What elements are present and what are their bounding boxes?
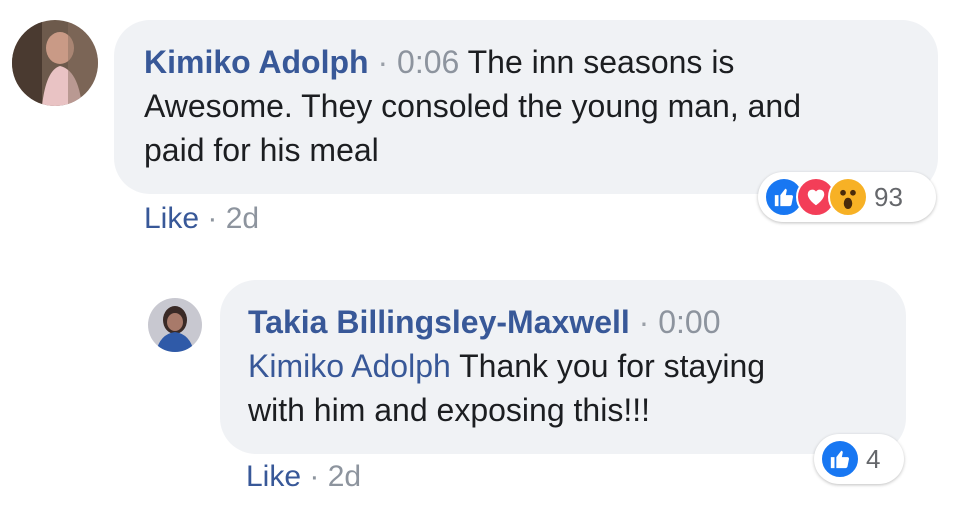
- avatar[interactable]: [148, 298, 202, 352]
- reaction-count: 93: [874, 181, 903, 212]
- reply-comment: Takia Billingsley-Maxwell · 0:00 Kimiko …: [0, 270, 980, 505]
- reply-bubble: Takia Billingsley-Maxwell · 0:00 Kimiko …: [220, 280, 906, 454]
- reply-line-3: with him and exposing this!!!: [248, 392, 650, 428]
- reaction-count: 4: [866, 443, 881, 474]
- comment-line-3: paid for his meal: [144, 132, 379, 168]
- reply-actions: Like · 2d: [246, 460, 361, 494]
- separator-dot: ·: [638, 304, 650, 340]
- timestamp-link[interactable]: 0:06: [397, 44, 459, 80]
- comment-age[interactable]: 2d: [226, 202, 259, 235]
- mention-link[interactable]: Kimiko Adolph: [248, 348, 451, 384]
- reply-line-2: Kimiko Adolph Thank you for staying: [248, 344, 906, 388]
- reply-author[interactable]: Takia Billingsley-Maxwell: [248, 304, 630, 340]
- reaction-summary[interactable]: 4: [814, 434, 904, 484]
- timestamp-link[interactable]: 0:00: [658, 304, 720, 340]
- separator-dot: ·: [377, 44, 389, 80]
- separator-dot: ·: [309, 460, 320, 493]
- comment-1: Kimiko Adolph · 0:06 The inn seasons is …: [0, 0, 980, 250]
- like-button[interactable]: Like: [246, 460, 301, 493]
- like-button[interactable]: Like: [144, 202, 199, 235]
- comment-line-1: Kimiko Adolph · 0:06 The inn seasons is: [144, 40, 938, 84]
- reaction-summary[interactable]: 93: [758, 172, 936, 222]
- like-reaction-icon: [820, 439, 860, 479]
- separator-dot: ·: [207, 202, 218, 235]
- comment-actions: Like · 2d: [144, 202, 259, 236]
- comment-text: The inn seasons is: [467, 44, 735, 80]
- avatar[interactable]: [12, 20, 98, 106]
- reply-text: Thank you for staying: [459, 348, 766, 384]
- reply-line-1: Takia Billingsley-Maxwell · 0:00: [248, 300, 906, 344]
- comment-age[interactable]: 2d: [328, 460, 361, 493]
- comment-bubble: Kimiko Adolph · 0:06 The inn seasons is …: [114, 20, 938, 194]
- wow-reaction-icon: [828, 177, 868, 217]
- comment-author[interactable]: Kimiko Adolph: [144, 44, 369, 80]
- comment-line-2: Awesome. They consoled the young man, an…: [144, 88, 802, 124]
